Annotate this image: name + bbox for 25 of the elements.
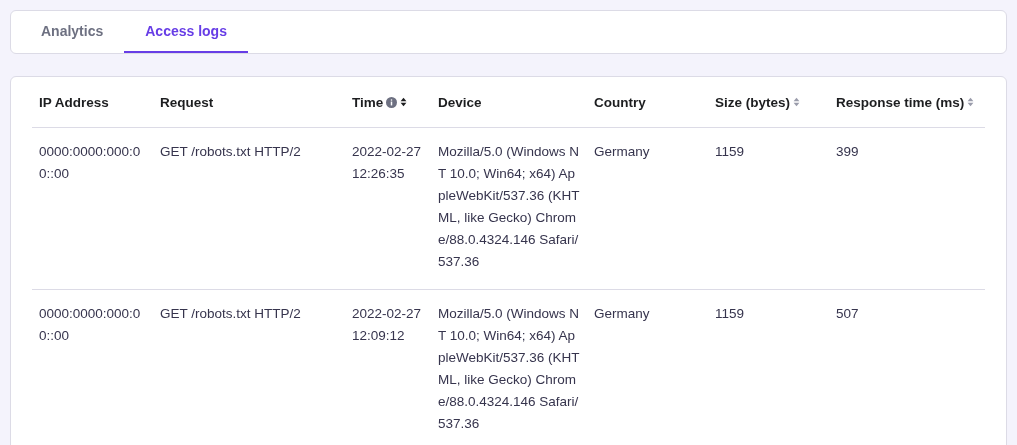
info-icon[interactable] xyxy=(386,96,398,108)
table-cell: 2022-02-27 12:09:12 xyxy=(352,306,422,343)
column-header[interactable]: Time xyxy=(352,94,384,110)
table-cell: Germany xyxy=(594,306,650,321)
column-header[interactable]: IP Address xyxy=(39,94,109,110)
table-cell: 0000:0000:000:00::00 xyxy=(39,306,141,343)
table-cell: GET /robots.txt HTTP/2 xyxy=(160,306,301,321)
sort-icon[interactable] xyxy=(400,97,408,107)
table-cell: Mozilla/5.0 (Windows NT 10.0; Win64; x64) AppleWebKit/537.36 (KHTML, like Gecko) Chrome/88.0.4324.146 Safari/537.36 xyxy=(438,144,580,269)
table-cell: GET /robots.txt HTTP/2 xyxy=(160,144,301,159)
table-cell: 1159 xyxy=(715,144,745,159)
column-header[interactable]: Response time (ms) xyxy=(836,94,965,110)
table-cell: Germany xyxy=(594,144,650,159)
table-cell: 0000:0000:000:00::00 xyxy=(39,144,141,181)
tab[interactable]: Access logs xyxy=(124,11,248,53)
table-cell: Mozilla/5.0 (Windows NT 10.0; Win64; x64) AppleWebKit/537.36 (KHTML, like Gecko) Chrome/88.0.4324.146 Safari/537.36 xyxy=(438,306,580,431)
column-header[interactable]: Country xyxy=(594,94,646,110)
table-cell: 507 xyxy=(836,306,859,321)
table-cell: 1159 xyxy=(715,306,745,321)
column-header[interactable]: Device xyxy=(438,94,482,110)
column-header[interactable]: Size (bytes) xyxy=(715,94,791,110)
tab[interactable]: Analytics xyxy=(20,11,125,53)
table-cell: 2022-02-27 12:26:35 xyxy=(352,144,422,181)
column-header[interactable]: Request xyxy=(160,94,214,110)
table-cell: 399 xyxy=(836,144,859,159)
